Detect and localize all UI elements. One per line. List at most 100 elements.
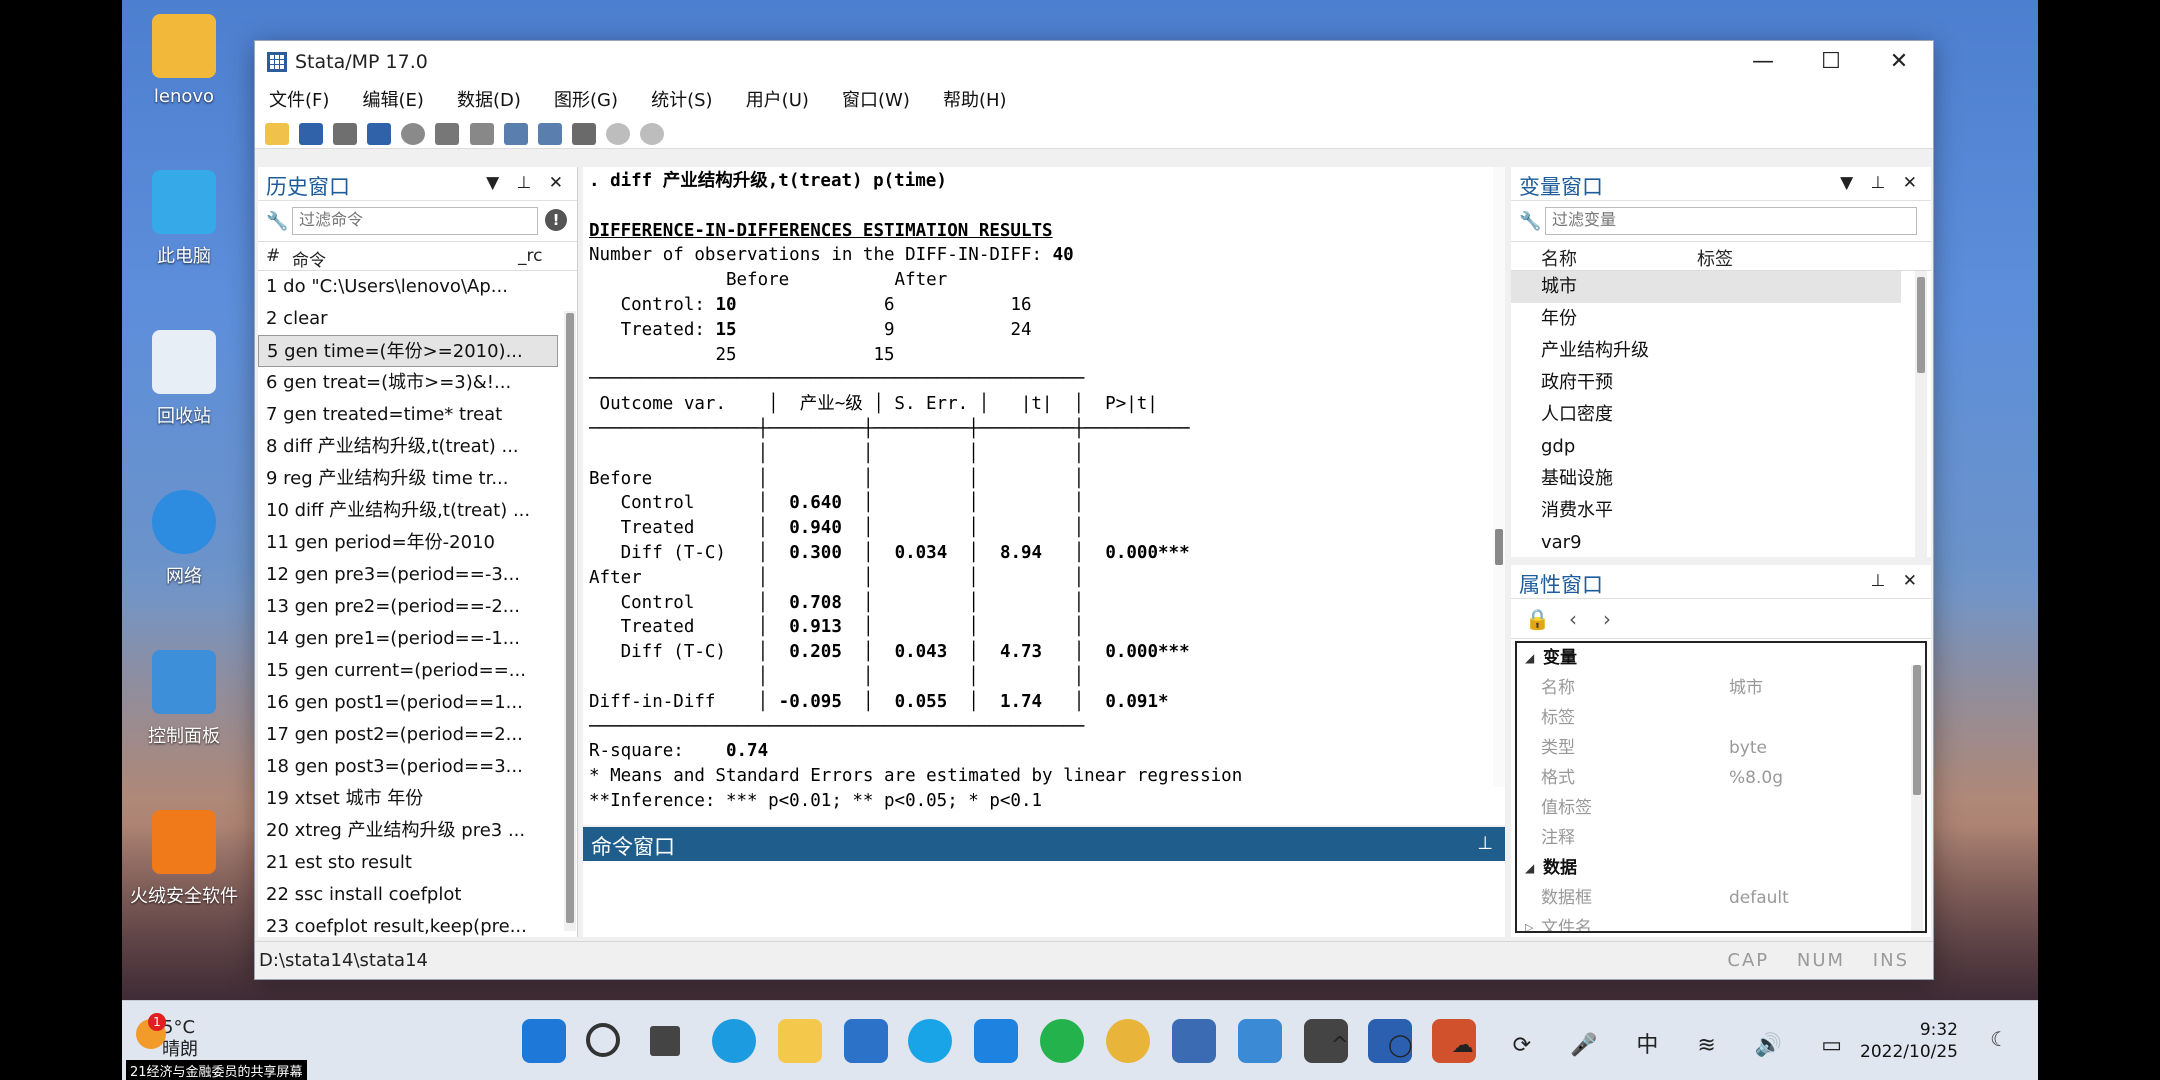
history-row[interactable]: 20 xtreg 产业结构升级 pre3 ... — [258, 815, 558, 847]
variables-filter-input[interactable] — [1545, 207, 1917, 235]
history-row[interactable]: 7 gen treated=time* treat — [258, 399, 558, 431]
history-scrollbar[interactable] — [564, 311, 576, 931]
panel-controls[interactable]: ⊥ ✕ — [1871, 571, 1923, 591]
break-icon[interactable] — [640, 123, 665, 145]
variables-scrollbar[interactable] — [1915, 271, 1927, 557]
history-row-selected[interactable]: 5 gen time=(年份>=2010)... — [258, 335, 558, 367]
history-row[interactable]: 22 ssc install coefplot — [258, 879, 558, 911]
history-row[interactable]: 10 diff 产业结构升级,t(treat) ... — [258, 495, 558, 527]
file-explorer-icon[interactable] — [778, 1019, 822, 1063]
menu-help[interactable]: 帮助(H) — [943, 83, 1007, 119]
close-button[interactable]: ✕ — [1865, 41, 1933, 83]
menu-file[interactable]: 文件(F) — [269, 83, 329, 119]
edge-icon[interactable] — [712, 1019, 756, 1063]
history-row[interactable]: 1 do "C:\Users\lenovo\Ap... — [258, 271, 558, 303]
wrench-icon[interactable]: 🔧 — [1519, 211, 1541, 232]
history-row[interactable]: 9 reg 产业结构升级 time tr... — [258, 463, 558, 495]
moon-icon[interactable]: ☾ — [1990, 1027, 2008, 1051]
col-name[interactable]: 名称 — [1541, 245, 1577, 271]
variable-row[interactable]: gdp — [1511, 431, 1901, 463]
save-icon[interactable] — [299, 123, 324, 145]
whiteboard-icon[interactable] — [1238, 1019, 1282, 1063]
history-row[interactable]: 16 gen post1=(period==1... — [258, 687, 558, 719]
history-row[interactable]: 2 clear — [258, 303, 558, 335]
variable-row[interactable]: 基础设施 — [1511, 463, 1901, 495]
desktop-icon-recycle-bin[interactable]: 回收站 — [124, 330, 244, 428]
history-row[interactable]: 18 gen post3=(period==3... — [258, 751, 558, 783]
variables-manager-icon[interactable] — [571, 123, 596, 145]
tool-icon[interactable] — [1106, 1019, 1150, 1063]
section-variable[interactable]: ◢ 变量 — [1517, 643, 1925, 673]
back-icon[interactable]: ‹ — [1569, 607, 1577, 631]
history-row[interactable]: 23 coefplot result,keep(pre... — [258, 911, 558, 943]
panel-controls[interactable]: ▼ ⊥ ✕ — [1840, 173, 1923, 193]
col-rc[interactable]: _rc — [518, 246, 542, 266]
start-icon[interactable] — [522, 1019, 566, 1063]
history-row[interactable]: 6 gen treat=(城市>=3)&!... — [258, 367, 558, 399]
scroll-thumb[interactable] — [1917, 277, 1925, 373]
history-row[interactable]: 13 gen pre2=(period==-2... — [258, 591, 558, 623]
variable-row[interactable]: 人口密度 — [1511, 399, 1901, 431]
desktop-icon-control-panel[interactable]: 控制面板 — [124, 650, 244, 748]
variable-row[interactable]: 政府干预 — [1511, 367, 1901, 399]
graph-icon[interactable] — [435, 123, 460, 145]
scroll-thumb[interactable] — [1495, 529, 1503, 565]
history-row[interactable]: 21 est sto result — [258, 847, 558, 879]
history-row[interactable]: 15 gen current=(period==... — [258, 655, 558, 687]
variable-row[interactable]: 产业结构升级 — [1511, 335, 1901, 367]
variable-row[interactable]: var9 — [1511, 527, 1901, 559]
col-num[interactable]: # — [266, 246, 280, 266]
browser-icon[interactable] — [908, 1019, 952, 1063]
clock[interactable]: 9:32 2022/10/25 — [1860, 1019, 1958, 1063]
desktop-icon-huorong[interactable]: 火绒安全软件 — [122, 810, 252, 908]
forward-icon[interactable]: › — [1603, 607, 1611, 631]
history-filter-input[interactable] — [292, 207, 538, 235]
system-tray[interactable]: ^ ◯ ☁ ⟳ 🎤 中 ≋ 🔊 ▭ — [1331, 1027, 1858, 1059]
stata-taskbar-icon[interactable] — [1172, 1019, 1216, 1063]
panel-controls[interactable]: ▼ ⊥ ✕ — [486, 173, 569, 193]
col-command[interactable]: 命令 — [292, 246, 326, 271]
menu-user[interactable]: 用户(U) — [746, 83, 809, 119]
menu-data[interactable]: 数据(D) — [457, 83, 521, 119]
open-icon[interactable] — [265, 123, 289, 145]
task-view-icon[interactable] — [650, 1026, 680, 1056]
feishu-icon[interactable] — [974, 1019, 1018, 1063]
desktop-icon-network[interactable]: 网络 — [124, 490, 244, 588]
data-editor-icon[interactable] — [503, 123, 528, 145]
wechat-icon[interactable] — [1040, 1019, 1084, 1063]
command-input[interactable] — [583, 861, 1505, 937]
history-row[interactable]: 8 diff 产业结构升级,t(treat) ... — [258, 431, 558, 463]
variable-row[interactable]: 年份 — [1511, 303, 1901, 335]
pin-icon[interactable]: ⊥ — [1477, 833, 1493, 854]
do-file-editor-icon[interactable] — [469, 123, 494, 145]
scroll-thumb[interactable] — [1913, 665, 1921, 795]
print-icon[interactable] — [333, 123, 358, 145]
mail-icon[interactable] — [844, 1019, 888, 1063]
section-data[interactable]: ◢ 数据 — [1517, 853, 1925, 883]
variable-row-selected[interactable]: 城市 — [1511, 271, 1901, 303]
history-row[interactable]: 12 gen pre3=(period==-3... — [258, 559, 558, 591]
lock-icon[interactable]: 🔒 — [1525, 607, 1550, 631]
search-icon[interactable] — [586, 1023, 620, 1057]
desktop-icon-this-pc[interactable]: 此电脑 — [124, 170, 244, 268]
title-bar[interactable]: Stata/MP 17.0 — ☐ ✕ — [255, 41, 1933, 83]
more-icon[interactable] — [605, 123, 630, 145]
weather-widget[interactable]: 1 5°C 晴朗 — [136, 1013, 198, 1061]
viewer-eye-icon[interactable] — [401, 123, 426, 145]
properties-scrollbar[interactable] — [1911, 665, 1923, 931]
log-icon[interactable] — [367, 123, 392, 145]
data-browser-icon[interactable] — [537, 123, 562, 145]
menu-statistics[interactable]: 统计(S) — [651, 83, 712, 119]
results-scrollbar[interactable] — [1493, 167, 1505, 787]
menu-graphics[interactable]: 图形(G) — [554, 83, 618, 119]
scroll-thumb[interactable] — [566, 313, 574, 923]
minimize-button[interactable]: — — [1729, 41, 1797, 83]
menu-window[interactable]: 窗口(W) — [842, 83, 910, 119]
history-row[interactable]: 14 gen pre1=(period==-1... — [258, 623, 558, 655]
expand-icon[interactable]: ▷ — [1525, 913, 1533, 931]
col-label[interactable]: 标签 — [1697, 245, 1733, 271]
ime-indicator[interactable]: 中 — [1636, 1033, 1674, 1058]
maximize-button[interactable]: ☐ — [1797, 41, 1865, 83]
variable-row[interactable]: 消费水平 — [1511, 495, 1901, 527]
history-row[interactable]: 17 gen post2=(period==2... — [258, 719, 558, 751]
